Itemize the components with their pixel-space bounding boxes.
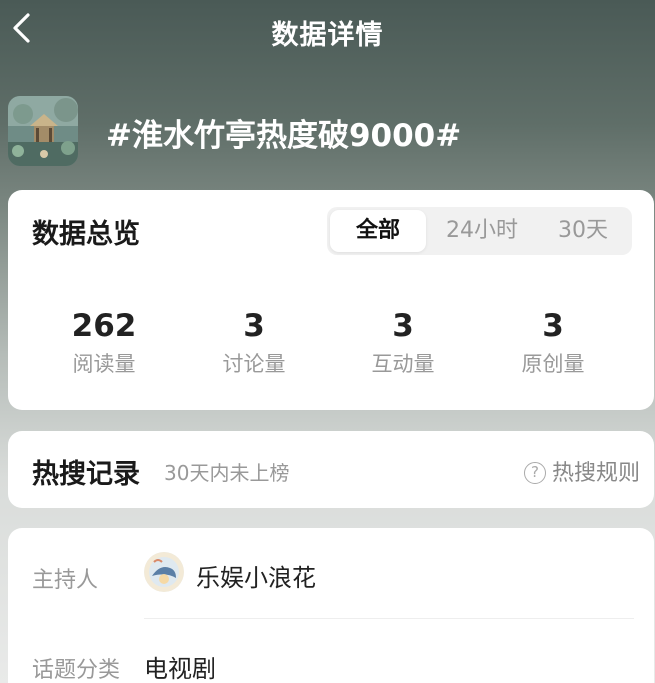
stat-read: 262 阅读量 [29, 308, 179, 378]
hot-search-status: 30天内未上榜 [164, 461, 290, 485]
category-label: 话题分类 [32, 658, 121, 683]
stat-discuss-label: 讨论量 [222, 352, 286, 376]
stats-row: 262 阅读量 3 讨论量 3 互动量 3 原创量 [8, 308, 654, 388]
divider [144, 618, 634, 619]
tab-24h[interactable]: 24小时 [431, 207, 533, 255]
stat-interact-value: 3 [392, 308, 414, 344]
hot-search-card: 热搜记录 30天内未上榜 ? 热搜规则 [8, 431, 654, 508]
stat-read-value: 262 [71, 308, 137, 344]
host-label: 主持人 [32, 568, 99, 593]
nav-bar: 数据详情 [0, 0, 655, 60]
stat-interact: 3 互动量 [328, 308, 478, 378]
category-value: 电视剧 [144, 655, 216, 683]
tab-all[interactable]: 全部 [330, 210, 426, 252]
stat-interact-label: 互动量 [371, 352, 435, 376]
page-title: 数据详情 [271, 20, 384, 51]
topic-info-card: 主持人 乐娱小浪花 话题分类 电视剧 [8, 528, 654, 683]
stat-read-label: 阅读量 [72, 352, 136, 376]
hot-search-title: 热搜记录 [32, 459, 140, 490]
stat-discuss-value: 3 [243, 308, 265, 344]
hot-search-rules-label: 热搜规则 [551, 461, 640, 486]
topic-title: #淮水竹亭热度破9000# [106, 118, 462, 154]
hot-search-rules-link[interactable]: ? 热搜规则 [523, 455, 640, 487]
host-avatar[interactable] [144, 552, 184, 592]
topic-thumbnail [8, 96, 78, 166]
question-circle-icon: ? [523, 461, 546, 484]
stat-original-label: 原创量 [521, 352, 585, 376]
overview-title: 数据总览 [32, 219, 140, 250]
stat-discuss: 3 讨论量 [179, 308, 329, 378]
stat-original: 3 原创量 [478, 308, 628, 378]
overview-card: 数据总览 全部 24小时 30天 262 阅读量 3 讨论量 3 互动量 3 原… [8, 190, 654, 410]
stat-original-value: 3 [542, 308, 564, 344]
tab-30d[interactable]: 30天 [537, 207, 629, 255]
time-range-tabs: 全部 24小时 30天 [327, 207, 632, 255]
topic-header: #淮水竹亭热度破9000# [8, 96, 648, 166]
host-name[interactable]: 乐娱小浪花 [196, 558, 316, 593]
